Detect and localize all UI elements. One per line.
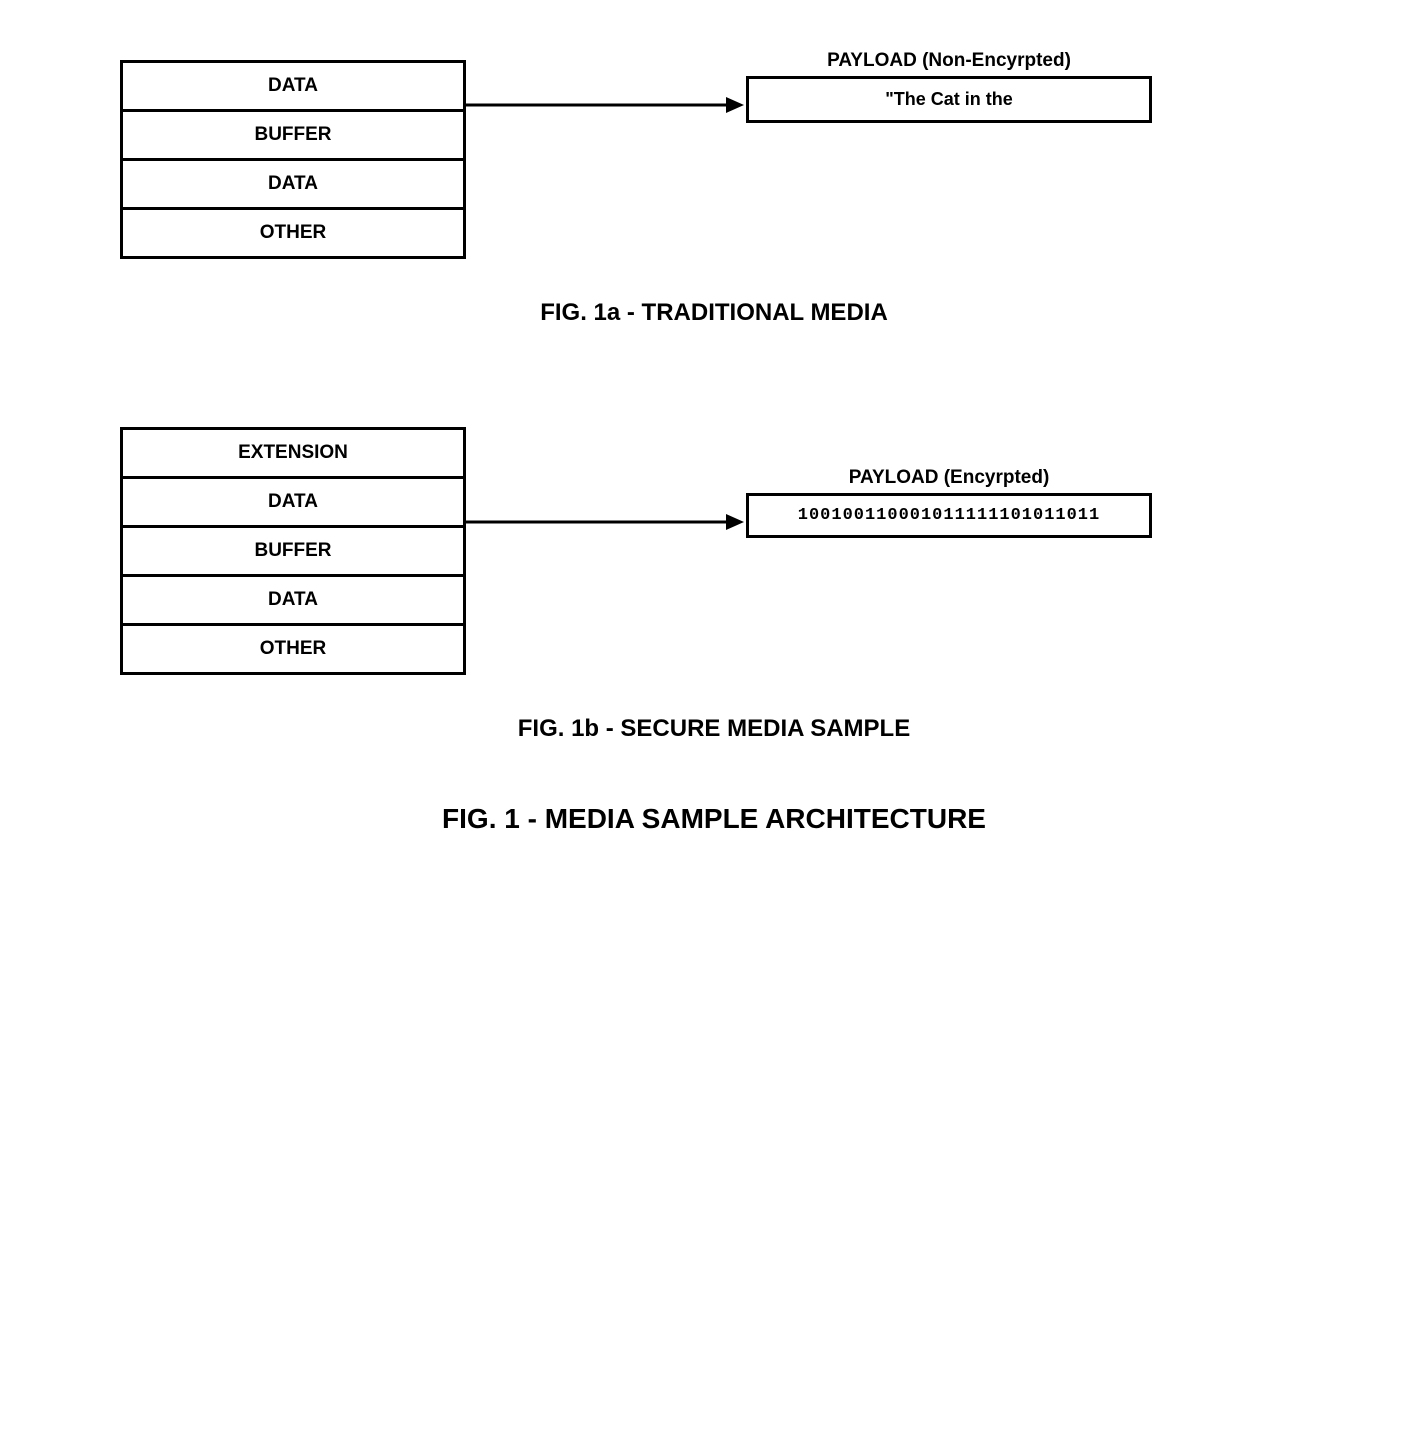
arrow-icon bbox=[466, 497, 746, 547]
figure-1a-caption: FIG. 1a - TRADITIONAL MEDIA bbox=[80, 299, 1348, 327]
figure-1b-row: EXTENSION DATA BUFFER DATA OTHER PAYLOAD… bbox=[80, 427, 1348, 675]
arrow-1b bbox=[466, 497, 746, 547]
table-cell: OTHER bbox=[123, 210, 463, 256]
table-cell: DATA bbox=[123, 161, 463, 210]
figure-1a: DATA BUFFER DATA OTHER PAYLOAD (Non-Ency… bbox=[80, 60, 1348, 327]
figure-1a-row: DATA BUFFER DATA OTHER PAYLOAD (Non-Ency… bbox=[80, 60, 1348, 259]
payload-box: 100100110001011111101011011 bbox=[746, 493, 1152, 538]
main-figure-caption: FIG. 1 - MEDIA SAMPLE ARCHITECTURE bbox=[80, 803, 1348, 835]
table-cell: EXTENSION bbox=[123, 430, 463, 479]
payload-label: PAYLOAD (Non-Encyrpted) bbox=[746, 50, 1152, 72]
table-cell: DATA bbox=[123, 63, 463, 112]
table-cell: BUFFER bbox=[123, 528, 463, 577]
table-cell: DATA bbox=[123, 479, 463, 528]
block-table-1a: DATA BUFFER DATA OTHER bbox=[120, 60, 466, 259]
payload-box: "The Cat in the bbox=[746, 76, 1152, 123]
payload-1b: PAYLOAD (Encyrpted) 10010011000101111110… bbox=[746, 467, 1152, 538]
figure-1b: EXTENSION DATA BUFFER DATA OTHER PAYLOAD… bbox=[80, 427, 1348, 743]
table-cell: DATA bbox=[123, 577, 463, 626]
block-table-1b: EXTENSION DATA BUFFER DATA OTHER bbox=[120, 427, 466, 675]
arrow-icon bbox=[466, 80, 746, 130]
payload-label: PAYLOAD (Encyrpted) bbox=[746, 467, 1152, 489]
arrow-1a bbox=[466, 80, 746, 130]
figure-1b-caption: FIG. 1b - SECURE MEDIA SAMPLE bbox=[80, 715, 1348, 743]
payload-1a: PAYLOAD (Non-Encyrpted) "The Cat in the bbox=[746, 50, 1152, 123]
table-cell: OTHER bbox=[123, 626, 463, 672]
table-cell: BUFFER bbox=[123, 112, 463, 161]
